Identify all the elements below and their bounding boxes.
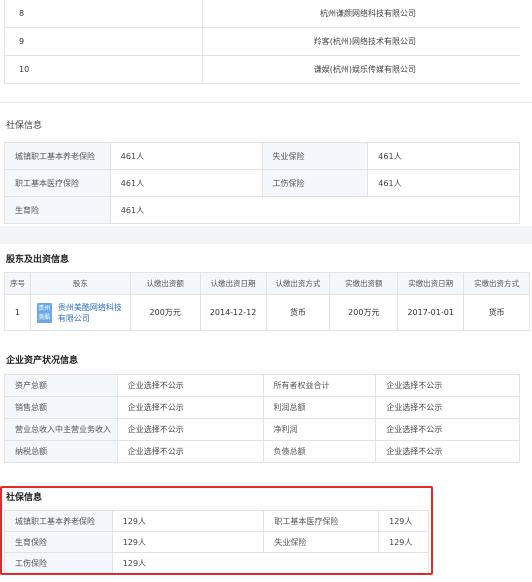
company-name[interactable]: 羚客(杭州)网络技术有限公司 xyxy=(203,36,520,47)
table-row: 销售总额 企业选择不公示 利润总额 企业选择不公示 xyxy=(5,397,520,419)
field-label: 生育险 xyxy=(5,197,111,223)
field-label: 工伤保险 xyxy=(262,170,369,196)
field-value: 461人 xyxy=(368,143,520,169)
list-item[interactable]: 9 羚客(杭州)网络技术有限公司 xyxy=(5,28,520,56)
subscribed-amount: 200万元 xyxy=(131,295,201,330)
field-value: 企业选择不公示 xyxy=(118,419,264,440)
section-title-social-1: 社保信息 xyxy=(6,121,43,131)
field-value: 企业选择不公示 xyxy=(376,441,520,462)
company-logo: 贵州 美酷 xyxy=(36,302,52,323)
field-label: 负债总额 xyxy=(263,441,377,462)
row-index: 9 xyxy=(19,37,25,46)
field-value: 461人 xyxy=(368,170,520,196)
field-label: 营业总收入中主营业务收入 xyxy=(5,419,118,440)
company-name[interactable]: 谦娱(杭州)娱乐传媒有限公司 xyxy=(203,64,520,75)
card-investments-and-social: 8 杭州谦颜网络科技有限公司 9 羚客(杭州)网络技术有限公司 10 谦娱(杭州… xyxy=(0,0,532,226)
column-header: 认缴出资额 xyxy=(131,273,201,294)
field-value: 企业选择不公示 xyxy=(118,397,264,418)
field-value: 461人 xyxy=(111,197,520,223)
assets-table: 资产总额 企业选择不公示 所有者权益合计 企业选择不公示 销售总额 企业选择不公… xyxy=(4,374,520,463)
card-company-report: 股东及出资信息 序号 股东 认缴出资额 认缴出资日期 认缴出资方式 实缴出资额 … xyxy=(0,244,532,582)
field-value: 企业选择不公示 xyxy=(118,375,264,396)
field-value: 企业选择不公示 xyxy=(118,441,264,462)
field-value: 461人 xyxy=(111,143,263,169)
table-header: 序号 股东 认缴出资额 认缴出资日期 认缴出资方式 实缴出资额 实缴出资日期 实… xyxy=(5,273,530,295)
field-label: 所有者权益合计 xyxy=(263,375,377,396)
table-row: 资产总额 企业选择不公示 所有者权益合计 企业选择不公示 xyxy=(5,375,520,397)
field-label: 利润总额 xyxy=(263,397,377,418)
section-title-assets: 企业资产状况信息 xyxy=(6,356,79,366)
column-header: 实缴出资方式 xyxy=(464,273,530,294)
column-header: 认缴出资方式 xyxy=(267,273,331,294)
field-label: 纳税总额 xyxy=(5,441,118,462)
field-label: 城镇职工基本养老保险 xyxy=(5,143,111,169)
shareholder-cell[interactable]: 贵州 美酷 贵州美酷网络科技有限公司 xyxy=(31,295,131,330)
list-item[interactable]: 8 杭州谦颜网络科技有限公司 xyxy=(5,0,520,28)
column-header: 实缴出资日期 xyxy=(398,273,465,294)
field-value: 企业选择不公示 xyxy=(376,375,520,396)
section-title-shareholders: 股东及出资信息 xyxy=(6,255,70,265)
field-value: 企业选择不公示 xyxy=(376,419,520,440)
field-label: 失业保险 xyxy=(262,143,369,169)
field-label: 资产总额 xyxy=(5,375,118,396)
paid-date: 2017-01-01 xyxy=(398,295,465,330)
row-index: 10 xyxy=(19,65,30,74)
field-label: 销售总额 xyxy=(5,397,118,418)
field-label: 净利润 xyxy=(263,419,377,440)
column-header: 实缴出资额 xyxy=(330,273,399,294)
column-header: 股东 xyxy=(31,273,131,294)
table-row: 纳税总额 企业选择不公示 负债总额 企业选择不公示 xyxy=(5,441,520,463)
highlight-box xyxy=(0,486,433,575)
row-index: 8 xyxy=(19,9,25,18)
company-name[interactable]: 杭州谦颜网络科技有限公司 xyxy=(203,8,520,19)
row-index: 1 xyxy=(5,295,31,330)
table-row: 城镇职工基本养老保险 461人 失业保险 461人 xyxy=(5,143,520,170)
shareholders-table: 序号 股东 认缴出资额 认缴出资日期 认缴出资方式 实缴出资额 实缴出资日期 实… xyxy=(4,272,530,331)
shareholder-name-link[interactable]: 贵州美酷网络科技有限公司 xyxy=(58,302,130,324)
subscribed-method: 货币 xyxy=(267,295,331,330)
paid-method: 货币 xyxy=(464,295,530,330)
table-row: 职工基本医疗保险 461人 工伤保险 461人 xyxy=(5,170,520,197)
field-value: 企业选择不公示 xyxy=(376,397,520,418)
table-row: 营业总收入中主营业务收入 企业选择不公示 净利润 企业选择不公示 xyxy=(5,419,520,441)
table-row: 生育险 461人 xyxy=(5,197,520,224)
field-value: 461人 xyxy=(111,170,263,196)
subscribed-date: 2014-12-12 xyxy=(201,295,267,330)
paid-amount: 200万元 xyxy=(330,295,399,330)
field-label: 职工基本医疗保险 xyxy=(5,170,111,196)
table-row: 1 贵州 美酷 贵州美酷网络科技有限公司 200万元 2014-12-12 货币… xyxy=(5,295,530,331)
column-header: 序号 xyxy=(5,273,31,294)
investment-list: 8 杭州谦颜网络科技有限公司 9 羚客(杭州)网络技术有限公司 10 谦娱(杭州… xyxy=(4,0,520,84)
social-table-1: 城镇职工基本养老保险 461人 失业保险 461人 职工基本医疗保险 461人 … xyxy=(4,142,520,224)
column-header: 认缴出资日期 xyxy=(201,273,267,294)
list-item[interactable]: 10 谦娱(杭州)娱乐传媒有限公司 xyxy=(5,56,520,84)
